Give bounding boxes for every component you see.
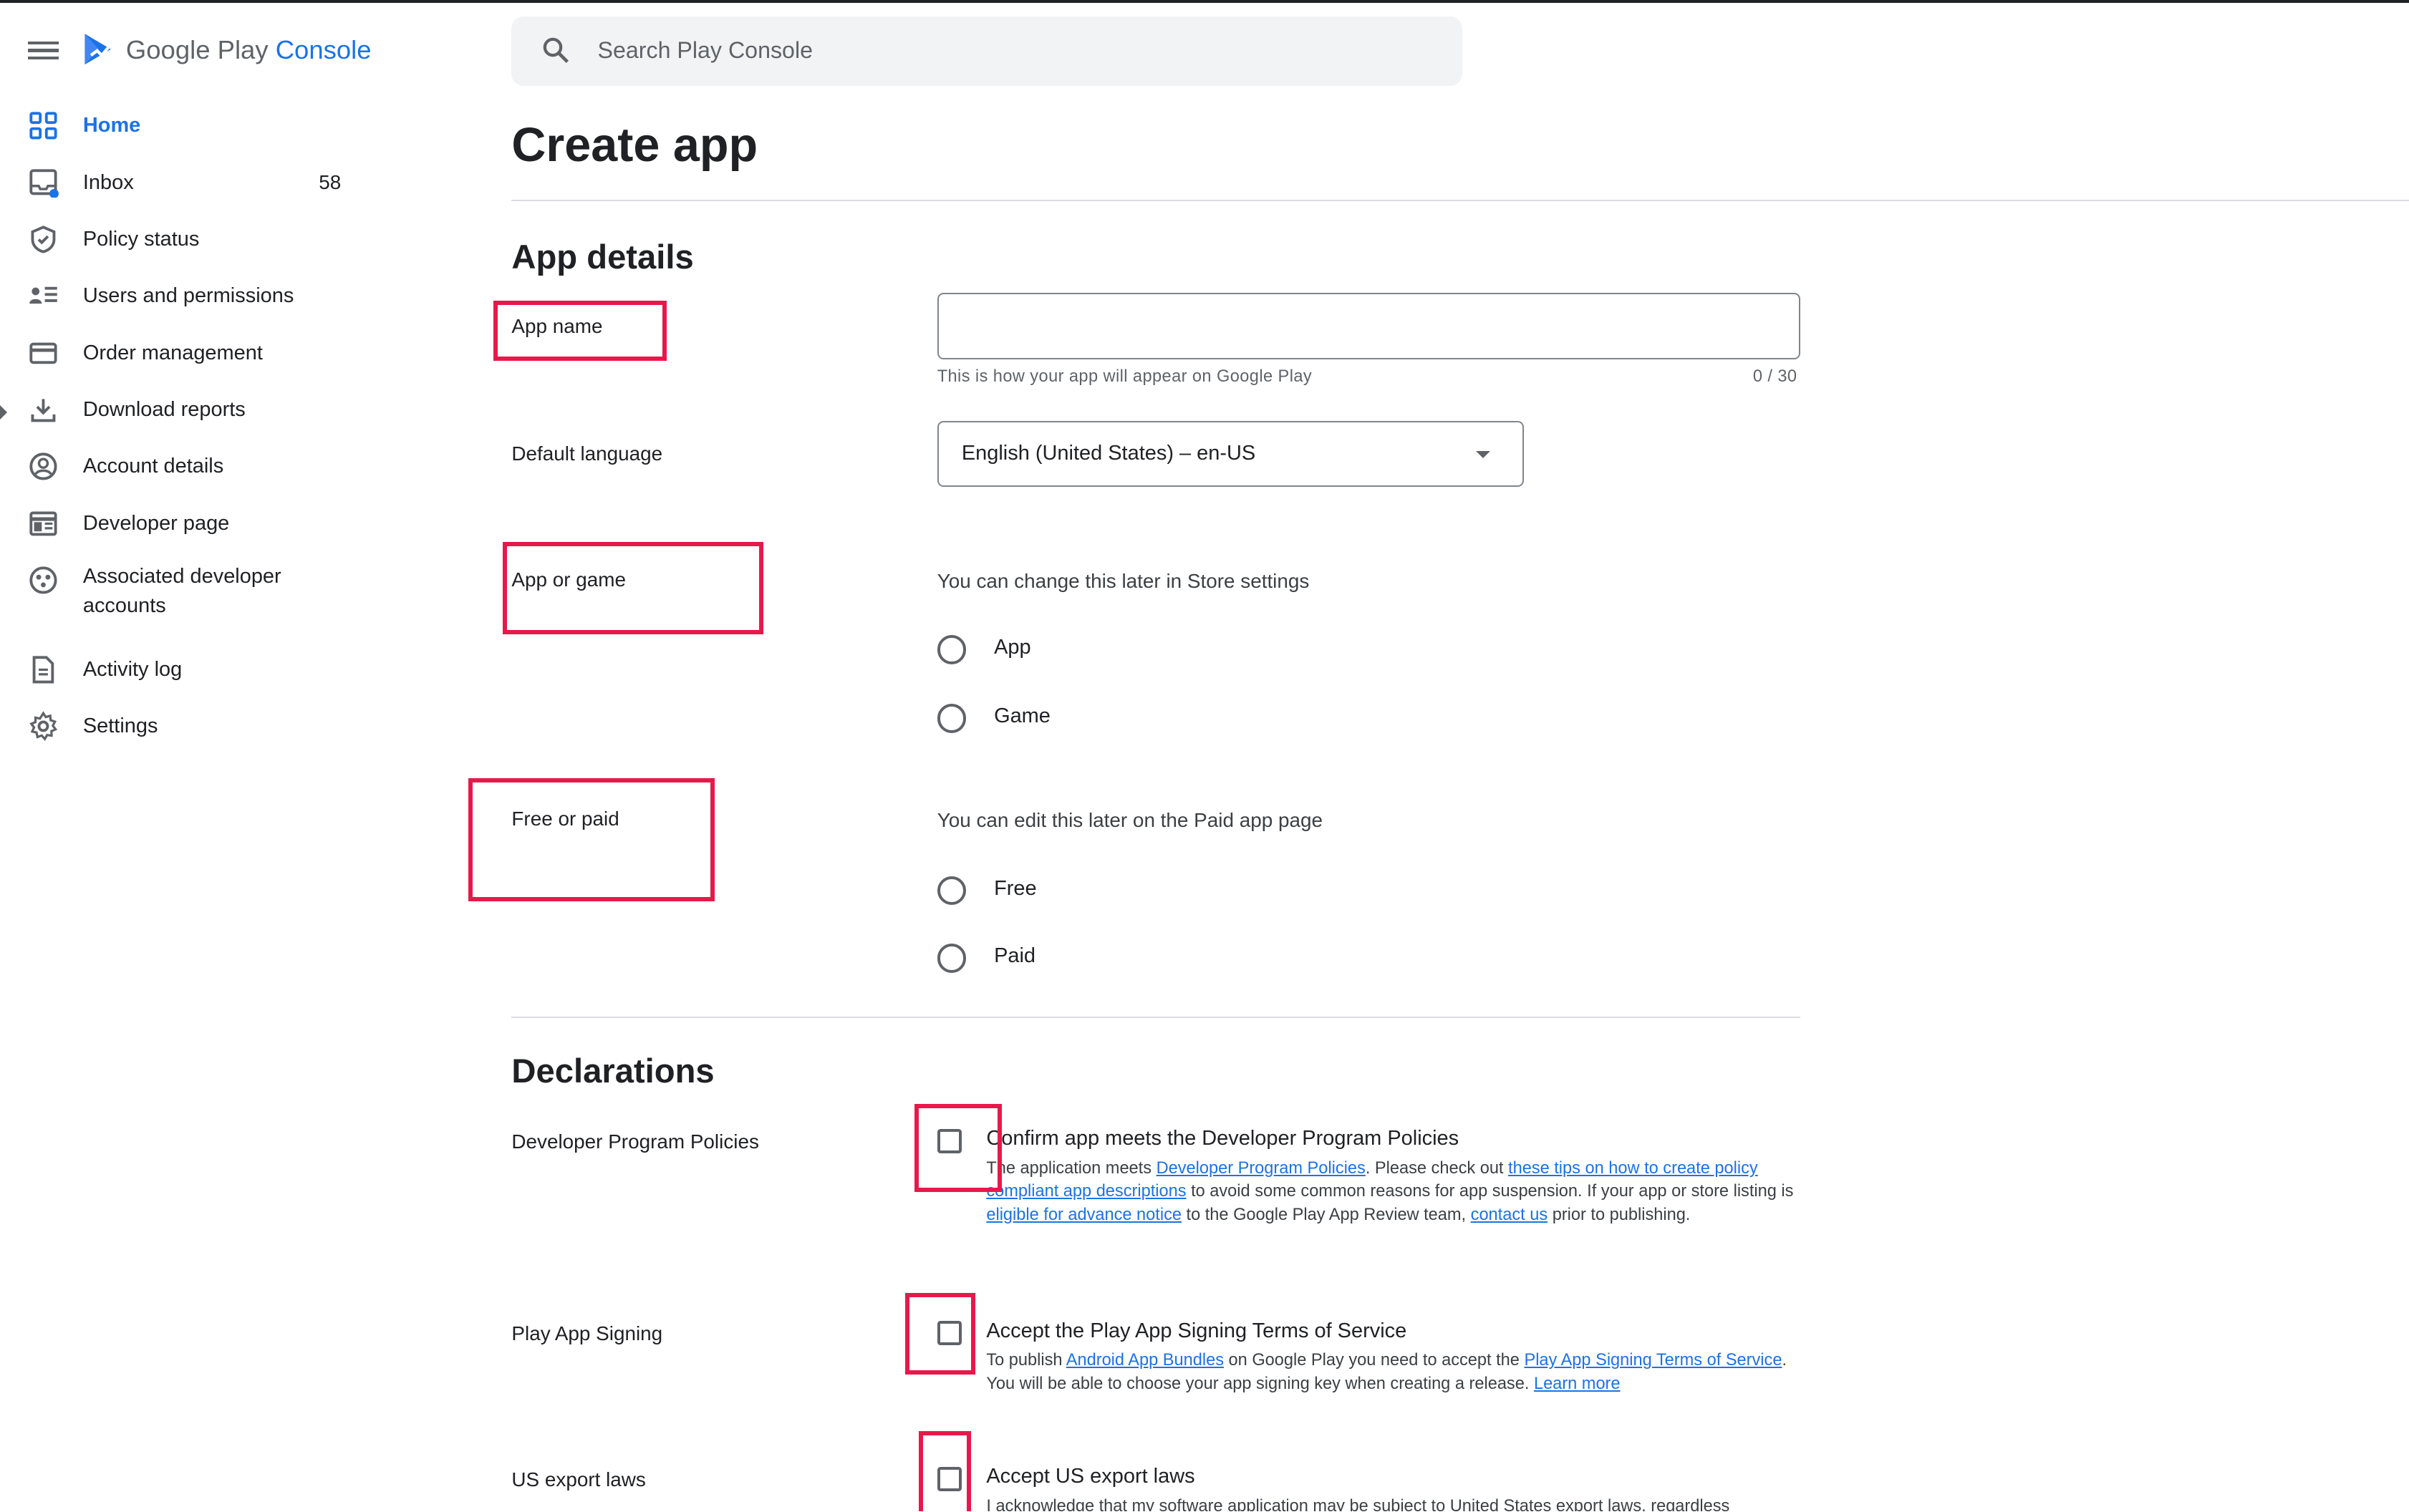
- sidebar-item-activity-log[interactable]: Activity log: [0, 645, 369, 694]
- app-name-helper: This is how your app will appear on Goog…: [937, 367, 1313, 386]
- gear-icon: [29, 711, 57, 742]
- divider: [511, 199, 2409, 201]
- sidebar-item-label: Activity log: [82, 657, 183, 681]
- play-app-signing-label: Play App Signing: [511, 1322, 663, 1344]
- web-page-icon: [29, 511, 57, 536]
- sidebar-item-label: Settings: [82, 714, 158, 738]
- radio-label: App: [994, 635, 1031, 659]
- sidebar-item-order-management[interactable]: Order management: [0, 329, 369, 378]
- radio-label: Paid: [994, 944, 1036, 968]
- sidebar-item-label: Home: [82, 114, 141, 137]
- home-grid-icon: [29, 112, 57, 140]
- account-circle-icon: [29, 452, 57, 480]
- learn-more-link[interactable]: Learn more: [1534, 1374, 1621, 1392]
- google-play-console-logo[interactable]: Google Play Console: [80, 31, 372, 71]
- radio-option-free[interactable]: Free: [937, 876, 1037, 906]
- sidebar-item-label: Inbox: [82, 170, 134, 194]
- highlight-box-app-or-game: [502, 542, 764, 634]
- main-menu-button[interactable]: [27, 37, 59, 64]
- highlight-box-signing-checkbox: [904, 1293, 976, 1375]
- highlight-box-app-name: [493, 301, 667, 361]
- sidebar-item-download-reports[interactable]: Download reports: [0, 385, 369, 435]
- app-or-game-hint: You can change this later in Store setti…: [937, 569, 1310, 592]
- credit-card-icon: [29, 342, 57, 364]
- export-description: I acknowledge that my software applicati…: [986, 1496, 1730, 1512]
- policies-checkbox-title: Confirm app meets the Developer Program …: [986, 1127, 1459, 1150]
- radio-option-paid[interactable]: Paid: [937, 943, 1035, 974]
- default-language-label: Default language: [511, 442, 663, 465]
- dropdown-caret-icon: [1476, 451, 1491, 458]
- export-checkbox-title: Accept US export laws: [986, 1465, 1195, 1488]
- sidebar-item-developer-page[interactable]: Developer page: [0, 499, 369, 548]
- contact-us-link[interactable]: contact us: [1471, 1205, 1548, 1223]
- sidebar-item-settings[interactable]: Settings: [0, 702, 369, 751]
- free-or-paid-hint: You can edit this later on the Paid app …: [937, 809, 1323, 832]
- sidebar-item-label: Users and permissions: [82, 284, 294, 308]
- shield-icon: [31, 226, 56, 253]
- signing-terms-link[interactable]: Play App Signing Terms of Service: [1524, 1350, 1782, 1369]
- sidebar-item-label: Policy status: [82, 227, 200, 251]
- users-list-icon: [29, 287, 57, 304]
- expand-arrow-icon[interactable]: [0, 405, 7, 420]
- divider: [511, 1016, 1801, 1019]
- sidebar-item-associated-developer-accounts[interactable]: Associated developer accounts: [0, 556, 369, 623]
- linked-accounts-icon: [29, 566, 57, 594]
- app-name-counter: 0 / 30: [1752, 367, 1797, 386]
- signing-checkbox-title: Accept the Play App Signing Terms of Ser…: [986, 1319, 1407, 1342]
- highlight-box-free-or-paid: [468, 778, 715, 902]
- developer-program-policies-link[interactable]: Developer Program Policies: [1157, 1158, 1366, 1177]
- sidebar-item-label: Download reports: [82, 398, 246, 422]
- policies-description: The application meets Developer Program …: [986, 1158, 1794, 1223]
- default-language-select[interactable]: English (United States) – en-US: [937, 420, 1525, 487]
- radio-option-app[interactable]: App: [937, 634, 1031, 665]
- radio-button[interactable]: [937, 876, 967, 906]
- sidebar-item-label: Developer page: [82, 511, 230, 535]
- app-name-input[interactable]: [937, 293, 1801, 359]
- sidebar-item-label: Associated developer accounts: [82, 564, 281, 617]
- radio-label: Game: [994, 704, 1051, 728]
- radio-label: Free: [994, 876, 1037, 900]
- highlight-box-export-checkbox: [918, 1431, 971, 1512]
- inbox-count-badge: 58: [319, 170, 342, 193]
- search-icon: [544, 37, 569, 64]
- signing-description: To publish Android App Bundles on Google…: [986, 1350, 1787, 1392]
- sidebar-item-home[interactable]: Home: [0, 101, 369, 150]
- highlight-box-policies-checkbox: [914, 1104, 1002, 1192]
- radio-option-game[interactable]: Game: [937, 703, 1051, 734]
- sidebar-item-users-and-permissions[interactable]: Users and permissions: [0, 271, 369, 321]
- page-title: Create app: [511, 118, 758, 172]
- sidebar-item-label: Account details: [82, 455, 224, 478]
- declarations-heading: Declarations: [511, 1052, 715, 1091]
- sidebar-item-label: Order management: [82, 341, 263, 364]
- sidebar-item-policy-status[interactable]: Policy status: [0, 215, 369, 264]
- document-icon: [32, 655, 54, 684]
- radio-button[interactable]: [937, 704, 967, 734]
- inbox-icon: [29, 168, 59, 198]
- search-bar[interactable]: [511, 16, 1463, 86]
- sidebar-item-account-details[interactable]: Account details: [0, 442, 369, 492]
- app-details-heading: App details: [511, 238, 694, 277]
- android-app-bundles-link[interactable]: Android App Bundles: [1066, 1350, 1224, 1369]
- advance-notice-link[interactable]: eligible for advance notice: [986, 1205, 1182, 1223]
- sidebar-item-inbox[interactable]: Inbox 58: [0, 158, 369, 208]
- default-language-value: English (United States) – en-US: [961, 442, 1256, 465]
- radio-button[interactable]: [937, 634, 967, 664]
- download-icon: [31, 399, 56, 422]
- developer-program-policies-label: Developer Program Policies: [511, 1130, 759, 1153]
- search-input[interactable]: [597, 33, 1366, 68]
- radio-button[interactable]: [937, 944, 967, 973]
- play-console-logo-icon: [84, 33, 111, 64]
- us-export-laws-label: US export laws: [511, 1468, 646, 1491]
- logo-text: Google Play Console: [125, 35, 372, 65]
